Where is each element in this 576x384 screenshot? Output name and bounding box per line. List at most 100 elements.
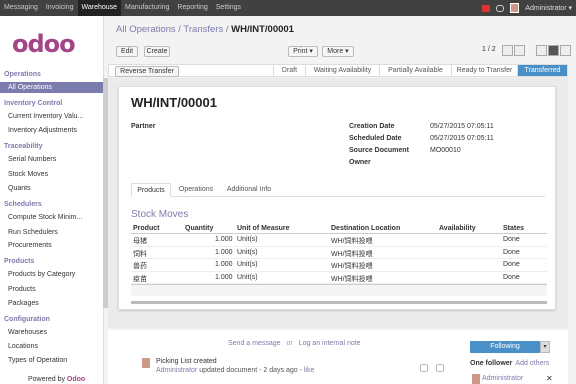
sidebar-section-products: Products — [4, 258, 35, 265]
col-states[interactable]: States — [503, 225, 524, 232]
source-document-label: Source Document — [349, 147, 409, 154]
table-scrollbar[interactable] — [131, 301, 547, 304]
breadcrumb-all-operations[interactable]: All Operations — [116, 24, 176, 35]
table-row[interactable]: 饲料 1.000 Unit(s) WH/饲料投喂 Done — [131, 247, 547, 259]
sidebar: odoo Operations All Operations Inventory… — [0, 16, 108, 384]
chatter-compose: Send a message or Log an internal note — [228, 340, 361, 347]
menu-settings[interactable]: Settings — [212, 0, 245, 16]
cell-destination: WH/饲料投喂 — [331, 275, 373, 283]
odoo-logo[interactable]: odoo — [12, 30, 76, 58]
print-button[interactable]: Print ▾ — [288, 46, 318, 57]
cell-quantity: 1.000 — [215, 236, 233, 243]
sidebar-item-products-by-category[interactable]: Products by Category — [8, 271, 75, 278]
stage-waiting-availability[interactable]: Waiting Availability — [305, 65, 379, 76]
sidebar-item-packages[interactable]: Packages — [8, 300, 39, 307]
powered-by-label: Powered by — [28, 376, 65, 383]
sidebar-item-all-operations[interactable]: All Operations — [0, 82, 103, 93]
cell-product: 兽药 — [133, 263, 147, 270]
col-availability[interactable]: Availability — [439, 225, 476, 232]
user-avatar[interactable] — [510, 3, 520, 13]
follow-options-dropdown[interactable]: ▾ — [540, 341, 550, 353]
cell-uom: Unit(s) — [237, 236, 258, 243]
stage-draft[interactable]: Draft — [273, 65, 305, 76]
sidebar-item-procurements[interactable]: Procurements — [8, 242, 52, 249]
powered-by-brand[interactable]: Odoo — [67, 376, 85, 383]
edit-button[interactable]: Edit — [116, 46, 138, 57]
creation-date-label: Creation Date — [349, 123, 395, 130]
owner-label: Owner — [349, 159, 371, 166]
creation-date-value: 05/27/2015 07:05:11 — [430, 123, 494, 130]
pager: 1 / 2 — [482, 46, 496, 53]
sidebar-item-current-inventory-valuation[interactable]: Current Inventory Valu... — [8, 113, 83, 120]
sidebar-item-locations[interactable]: Locations — [8, 343, 38, 350]
stage-partially-available[interactable]: Partially Available — [379, 65, 451, 76]
table-row[interactable]: 兽药 1.000 Unit(s) WH/饲料投喂 Done — [131, 259, 547, 272]
chatter-or-text: or — [286, 340, 293, 347]
next-record-button[interactable] — [514, 45, 525, 56]
list-view-button[interactable] — [536, 45, 547, 56]
sidebar-section-schedulers: Schedulers — [4, 201, 42, 208]
calendar-view-button[interactable] — [560, 45, 571, 56]
stage-ready-to-transfer[interactable]: Ready to Transfer — [451, 65, 517, 76]
scheduled-date-label: Scheduled Date — [349, 135, 402, 142]
sidebar-item-stock-moves[interactable]: Stock Moves — [8, 171, 48, 178]
previous-record-button[interactable] — [502, 45, 513, 56]
sidebar-item-quants[interactable]: Quants — [8, 185, 31, 192]
col-quantity[interactable]: Quantity — [185, 225, 213, 232]
breadcrumb-separator: / — [223, 24, 232, 35]
message-author[interactable]: Administrator — [156, 367, 197, 374]
top-right-area: Administrator ▾ — [482, 0, 572, 16]
more-button[interactable]: More ▾ — [322, 46, 354, 57]
partner-label: Partner — [131, 123, 156, 130]
menu-invoicing[interactable]: Invoicing — [42, 0, 78, 16]
notification-icon[interactable] — [482, 4, 491, 12]
cell-product: 饲料 — [133, 250, 147, 258]
table-row[interactable]: 母猪 1.000 Unit(s) WH/饲料投喂 Done — [131, 234, 547, 247]
table-row[interactable]: 疫苗 1.000 Unit(s) WH/饲料投喂 Done — [131, 272, 547, 284]
sidebar-item-warehouses[interactable]: Warehouses — [8, 329, 47, 336]
send-message-link[interactable]: Send a message — [228, 340, 281, 347]
top-menu-bar: Messaging Invoicing Warehouse Manufactur… — [0, 0, 576, 16]
sidebar-item-inventory-adjustments[interactable]: Inventory Adjustments — [8, 127, 77, 134]
status-bar: Reverse Transfer Draft Waiting Availabil… — [108, 64, 568, 77]
col-product[interactable]: Product — [133, 225, 159, 232]
sidebar-section-traceability: Traceability — [4, 143, 43, 150]
like-link[interactable]: like — [304, 367, 315, 374]
follower-avatar — [472, 374, 480, 384]
tab-products[interactable]: Products — [131, 183, 171, 197]
remove-follower-icon[interactable]: ✕ — [546, 374, 553, 383]
following-button[interactable]: Following — [470, 341, 540, 353]
source-document-value: MO00010 — [430, 147, 461, 154]
followers-summary: One follower Add others — [470, 360, 549, 367]
cell-product: 母猪 — [133, 238, 147, 245]
log-note-link[interactable]: Log an internal note — [299, 340, 361, 347]
col-unit-of-measure[interactable]: Unit of Measure — [237, 225, 290, 232]
reverse-transfer-button[interactable]: Reverse Transfer — [115, 66, 179, 77]
add-others-link[interactable]: Add others — [515, 360, 549, 367]
menu-messaging[interactable]: Messaging — [0, 0, 42, 16]
chat-icon[interactable] — [496, 4, 505, 12]
stage-transferred[interactable]: Transferred — [517, 65, 567, 76]
sidebar-item-compute-stock-minimum[interactable]: Compute Stock Minim... — [8, 214, 82, 221]
menu-manufacturing[interactable]: Manufacturing — [121, 0, 173, 16]
cell-uom: Unit(s) — [237, 248, 258, 256]
sidebar-item-run-schedulers[interactable]: Run Schedulers — [8, 229, 58, 236]
form-view-button[interactable] — [548, 45, 559, 56]
follower-name[interactable]: Administrator — [482, 375, 523, 382]
user-menu[interactable]: Administrator ▾ — [525, 4, 572, 12]
cell-state: Done — [503, 236, 520, 243]
menu-reporting[interactable]: Reporting — [173, 0, 211, 16]
create-button[interactable]: Create — [144, 46, 170, 57]
cell-state: Done — [503, 273, 520, 281]
powered-by: Powered by Odoo — [28, 376, 85, 383]
sidebar-item-products[interactable]: Products — [8, 286, 36, 293]
sidebar-item-types-of-operation[interactable]: Types of Operation — [8, 357, 67, 364]
tab-operations[interactable]: Operations — [173, 183, 219, 197]
col-destination-location[interactable]: Destination Location — [331, 225, 400, 232]
download-icon[interactable] — [436, 364, 444, 372]
menu-warehouse[interactable]: Warehouse — [77, 0, 122, 16]
sidebar-item-serial-numbers[interactable]: Serial Numbers — [8, 156, 56, 163]
breadcrumb-transfers[interactable]: Transfers — [183, 24, 223, 35]
star-icon[interactable] — [420, 364, 428, 372]
tab-additional-info[interactable]: Additional Info — [221, 183, 277, 197]
